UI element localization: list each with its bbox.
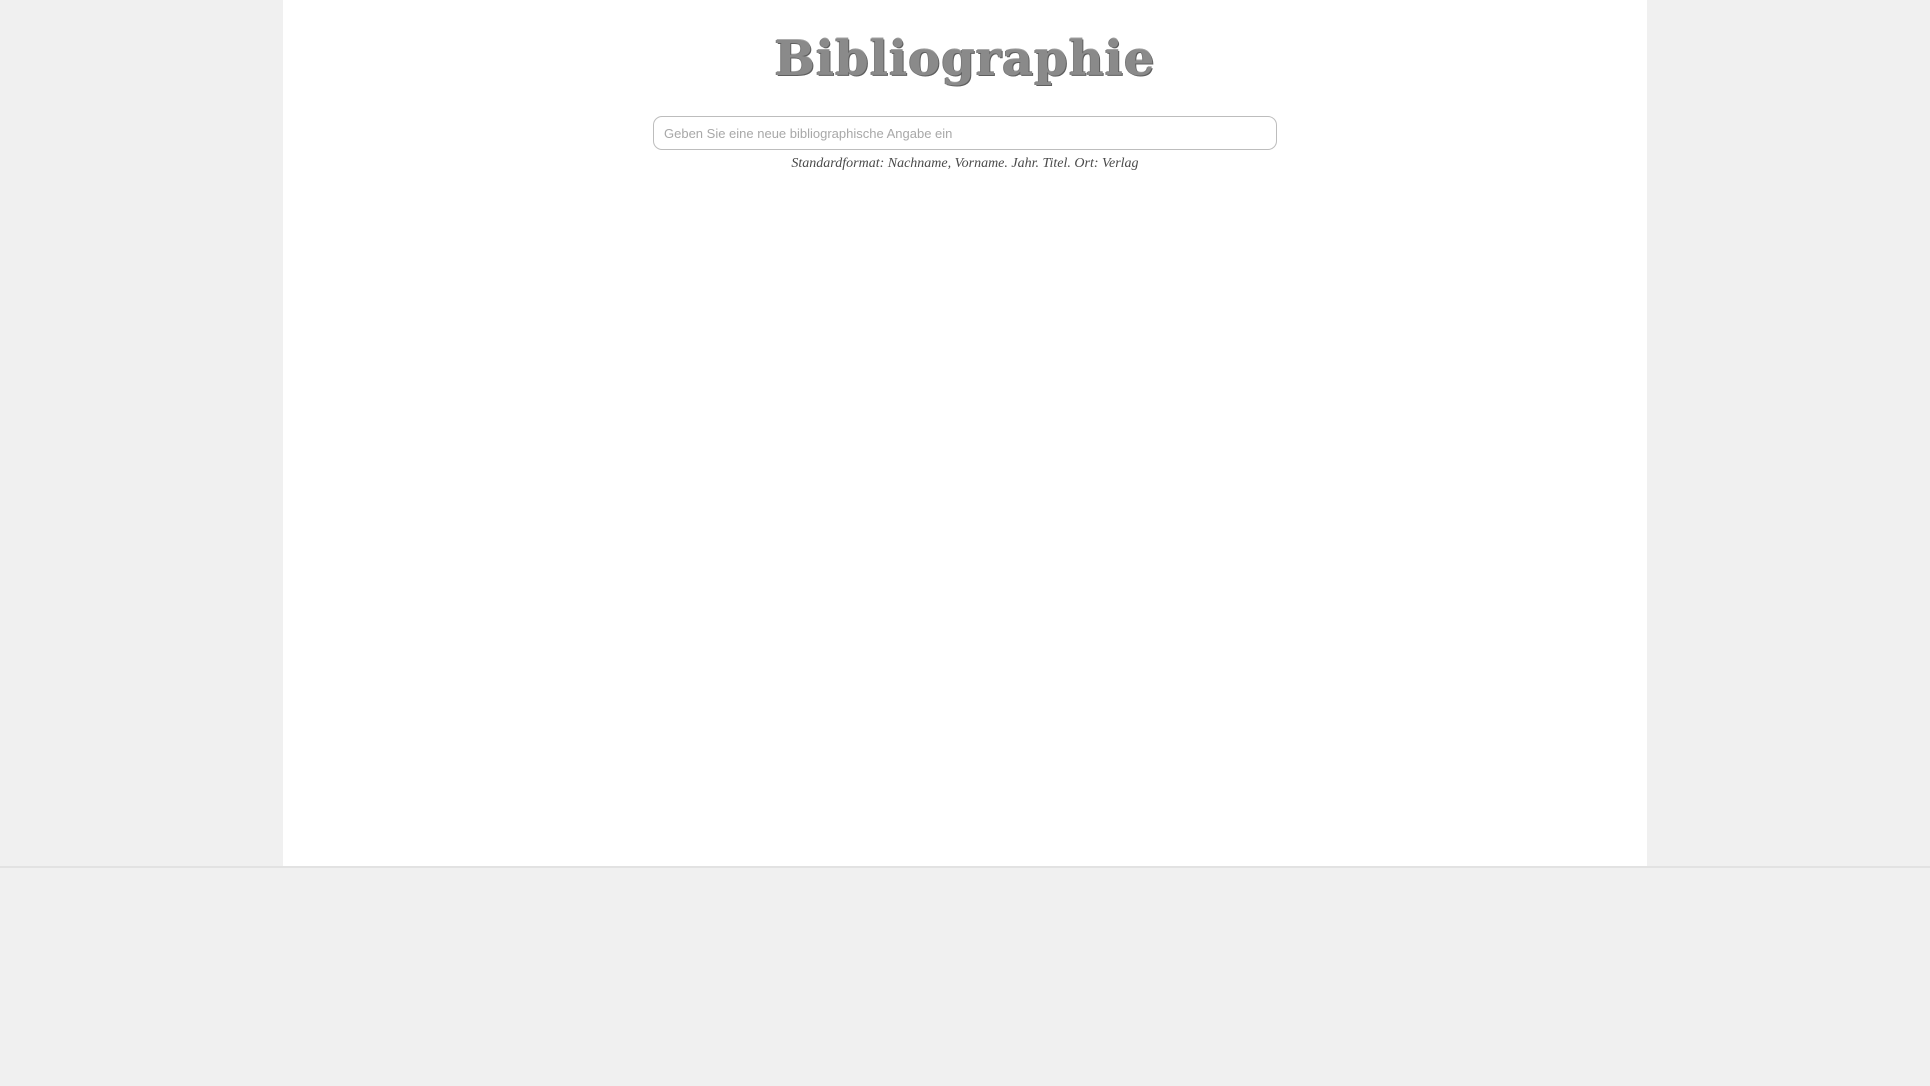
- divider: [0, 866, 1930, 868]
- main-page: Bibliographie Standardformat: Nachname, …: [283, 0, 1647, 866]
- entry-form: [653, 116, 1277, 150]
- bibliography-entry-input[interactable]: [653, 116, 1277, 150]
- page-title: Bibliographie: [774, 31, 1156, 87]
- format-hint: Standardformat: Nachname, Vorname. Jahr.…: [791, 156, 1139, 171]
